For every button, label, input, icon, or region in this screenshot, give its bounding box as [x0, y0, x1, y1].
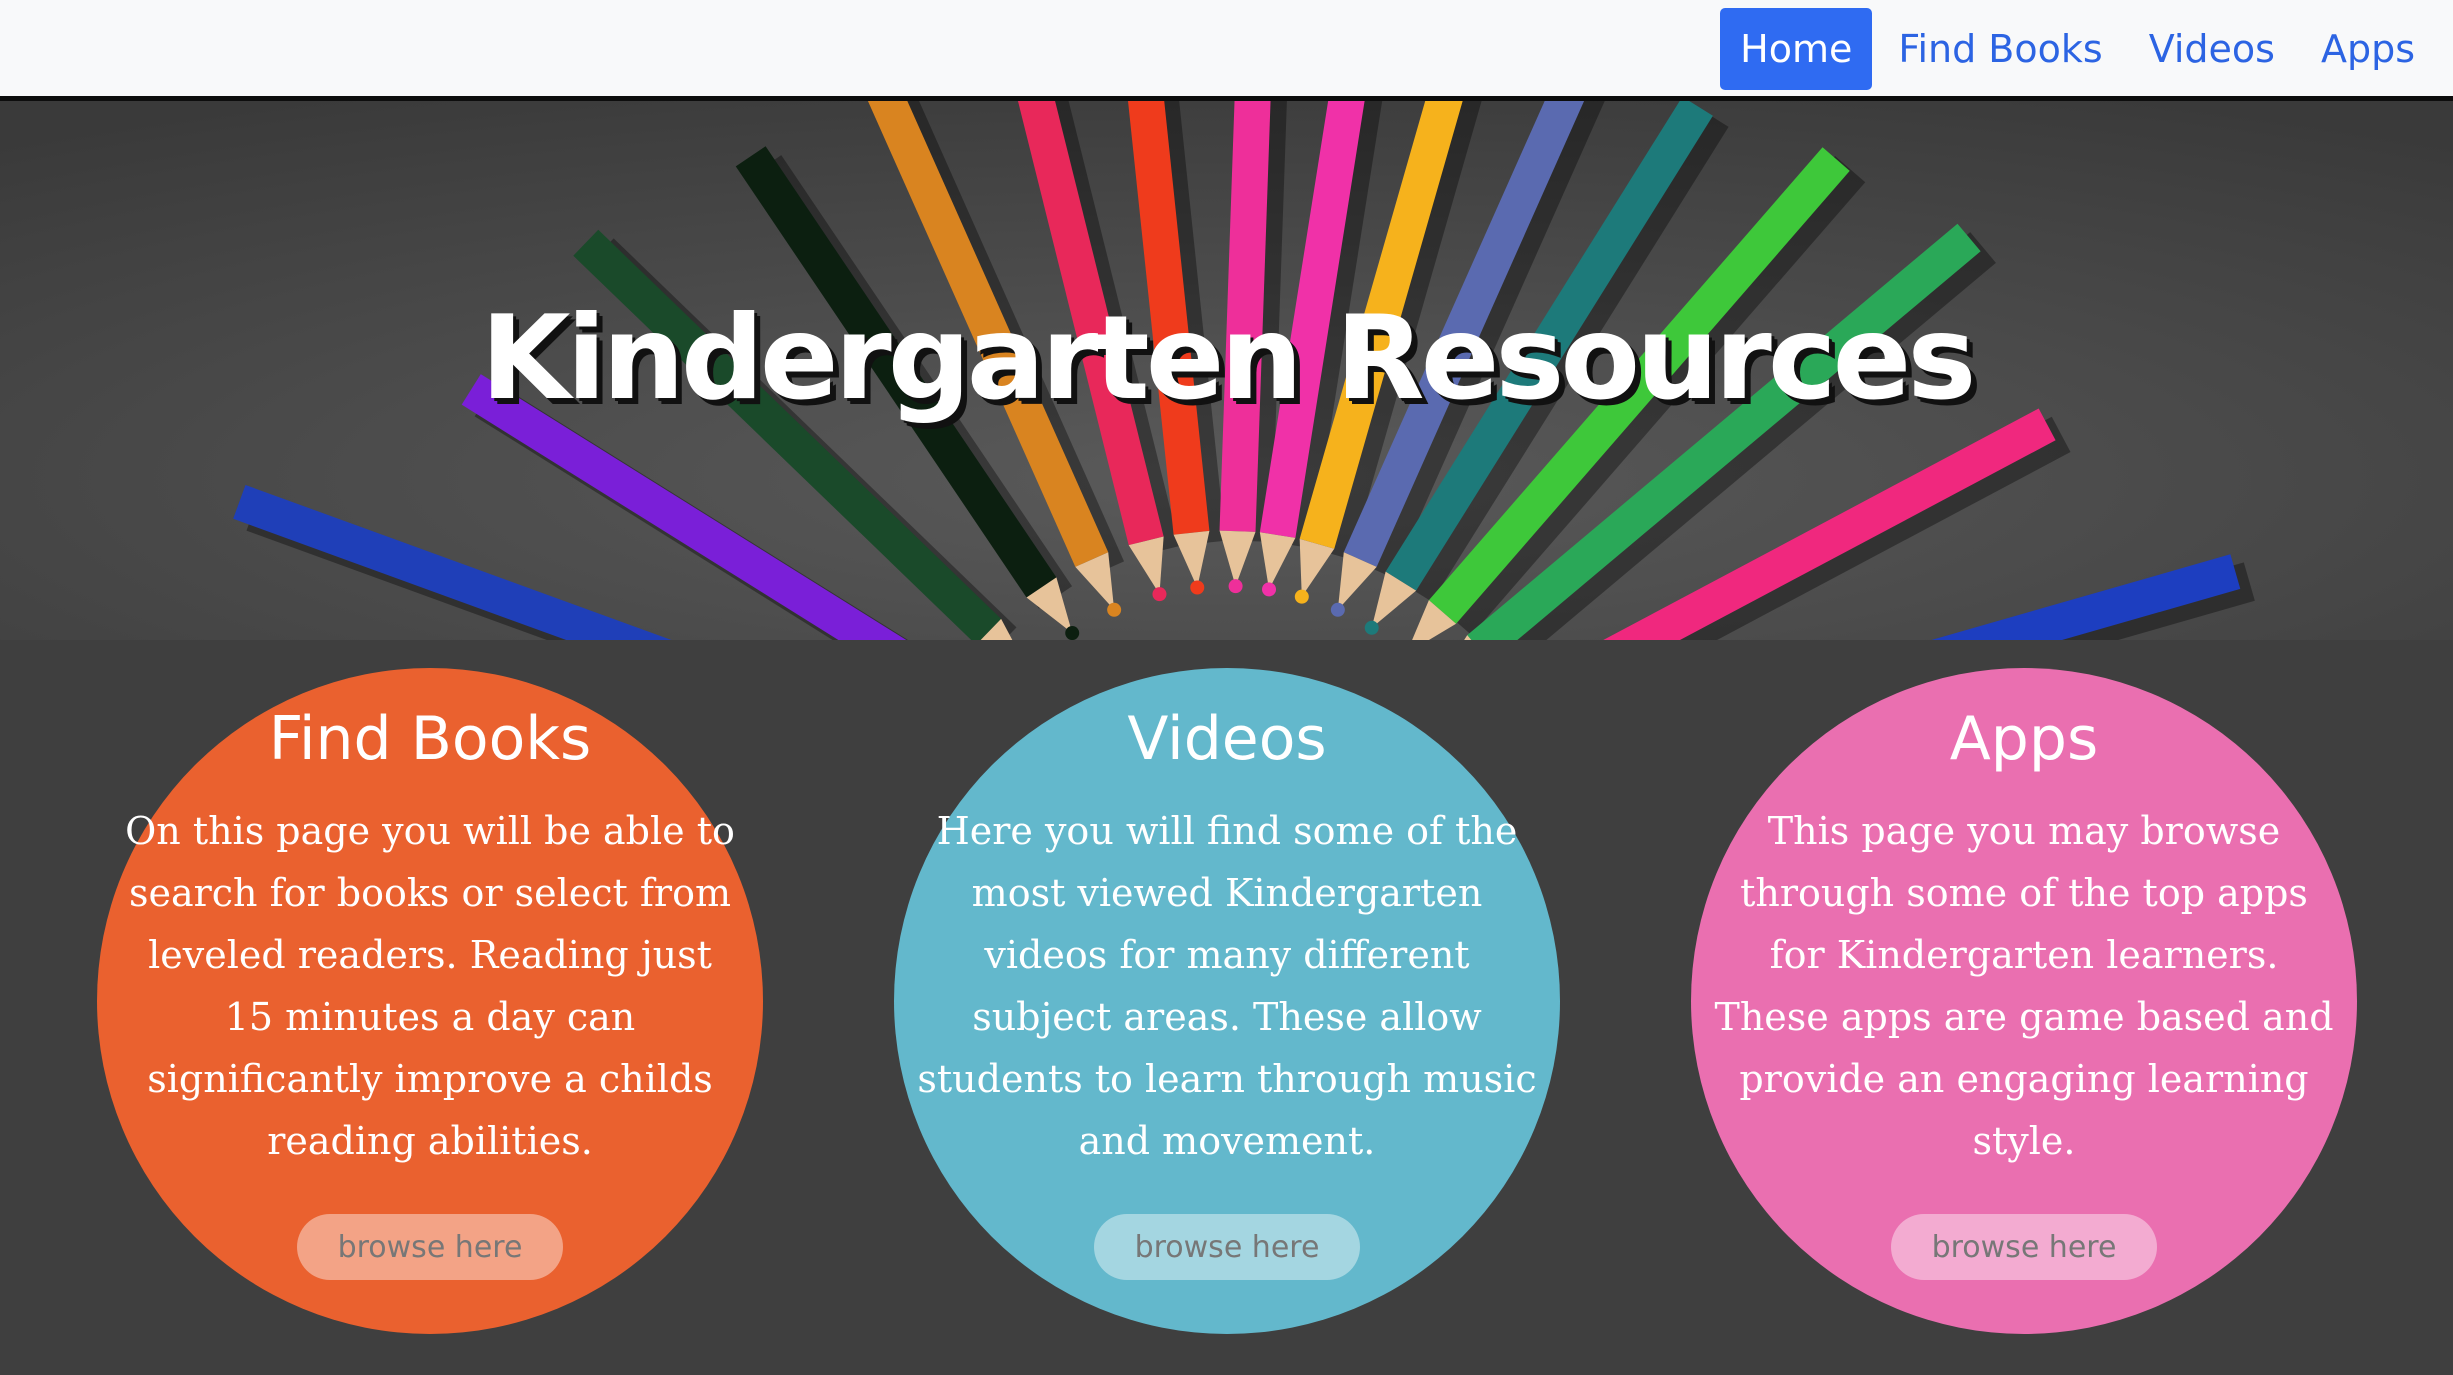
hero-title: Kindergarten Resources — [480, 291, 1977, 426]
pencil-lead — [1107, 602, 1122, 617]
nav-find-books-link[interactable]: Find Books — [1878, 8, 2122, 90]
resource-cards: Find Books On this page you will be able… — [0, 640, 2453, 1375]
pencil-lead — [1330, 602, 1345, 617]
find-books-browse-button[interactable]: browse here — [297, 1214, 563, 1280]
pencil-lead — [1294, 589, 1309, 604]
top-navbar: Home Find Books Videos Apps — [0, 0, 2453, 101]
find-books-card-text: On this page you will be able to search … — [125, 809, 735, 1163]
pencil-lead — [1364, 620, 1379, 635]
find-books-card: Find Books On this page you will be able… — [97, 668, 763, 1334]
pencil-lead — [1262, 582, 1277, 597]
pencil-lead — [1190, 580, 1205, 595]
pencil-lead — [1065, 626, 1080, 640]
videos-card-title: Videos — [1127, 704, 1327, 774]
videos-browse-button[interactable]: browse here — [1094, 1214, 1360, 1280]
find-books-card-title: Find Books — [268, 704, 592, 774]
nav-apps-link[interactable]: Apps — [2301, 8, 2435, 90]
pencil-lead — [1152, 587, 1167, 602]
apps-browse-button[interactable]: browse here — [1891, 1214, 2157, 1280]
apps-card-text: This page you may browse through some of… — [1714, 809, 2334, 1163]
videos-card-text: Here you will find some of the most view… — [917, 809, 1537, 1163]
nav-links: Home Find Books Videos Apps — [1720, 8, 2435, 90]
nav-videos-link[interactable]: Videos — [2129, 8, 2295, 90]
apps-card: Apps This page you may browse through so… — [1691, 668, 2357, 1334]
hero-banner: Kindergarten Resources — [0, 101, 2453, 640]
nav-home-link[interactable]: Home — [1720, 8, 1873, 90]
apps-card-title: Apps — [1949, 704, 2099, 774]
videos-card: Videos Here you will find some of the mo… — [894, 668, 1560, 1334]
pencil-lead — [1228, 579, 1243, 594]
